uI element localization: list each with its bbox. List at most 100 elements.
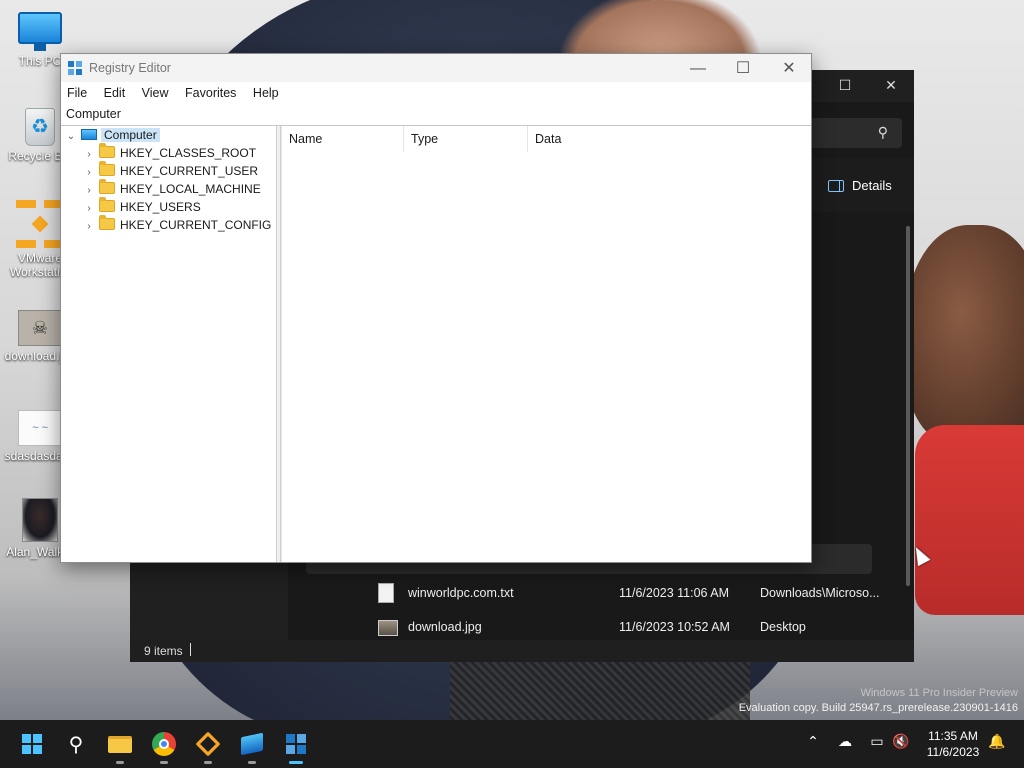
close-icon: ✕ [782, 60, 796, 77]
maximize-button[interactable]: ☐ [720, 56, 766, 82]
details-label: Details [852, 178, 892, 193]
tree-item-hkcr[interactable]: › HKEY_CLASSES_ROOT [83, 143, 257, 162]
tree-label: Computer [101, 128, 160, 142]
folder-icon [99, 215, 115, 230]
taskbar-file-explorer[interactable] [104, 728, 136, 764]
running-indicator [160, 761, 168, 764]
maximize-icon[interactable]: ☐ [835, 76, 855, 96]
chevron-up-icon[interactable]: ⌃ [802, 734, 824, 750]
running-indicator [248, 761, 256, 764]
close-button[interactable]: ✕ [766, 56, 812, 82]
tree-item-hku[interactable]: › HKEY_USERS [83, 197, 201, 216]
menu-bar: File Edit View Favorites Help [61, 82, 811, 104]
regedit-body: ⌄ Computer › HKEY_CLASSES_ROOT › HKEY_CURRE… [61, 126, 811, 562]
address-bar[interactable]: Computer [61, 104, 811, 126]
registry-editor-icon [286, 734, 306, 754]
wallpaper-red-shirt [915, 425, 1024, 615]
taskbar-search-button[interactable]: ⚲ [60, 728, 92, 760]
onedrive-icon[interactable]: ☁ [834, 734, 856, 750]
folder-icon [99, 161, 115, 176]
text-file-icon [378, 583, 394, 603]
explorer-navigation-pane [130, 562, 288, 640]
folder-icon [99, 143, 115, 158]
vmware-icon [195, 731, 221, 757]
chrome-icon [152, 732, 176, 756]
chevron-right-icon[interactable]: › [83, 218, 95, 236]
running-indicator [204, 761, 212, 764]
close-icon[interactable]: ✕ [881, 76, 901, 96]
watermark-edition: Windows 11 Pro Insider Preview [860, 687, 1018, 699]
active-indicator [289, 761, 303, 764]
chevron-down-icon[interactable]: ⌄ [65, 128, 77, 146]
minimize-button[interactable]: — [675, 56, 721, 82]
clock-time: 11:35 AM [928, 729, 978, 743]
file-date: 11/6/2023 11:06 AM [619, 586, 730, 600]
tree-item-hkcu[interactable]: › HKEY_CURRENT_USER [83, 161, 259, 180]
tree-label: HKEY_USERS [120, 200, 201, 214]
folder-icon [99, 197, 115, 212]
details-pane-icon [828, 180, 844, 192]
taskbar-virtualbox[interactable] [236, 728, 268, 764]
monitor-icon [18, 12, 62, 51]
file-date: 11/6/2023 10:52 AM [619, 620, 730, 634]
windows-watermark: Windows 11 Pro Insider Preview Evaluatio… [739, 686, 1018, 716]
item-count: 9 items [144, 644, 183, 658]
watermark-build: Evaluation copy. Build 25947.rs_prerelea… [738, 702, 1018, 714]
document-icon: ~ ~ [18, 410, 62, 446]
start-icon [22, 734, 42, 754]
explorer-scrollbar[interactable] [906, 226, 910, 586]
clock-date: 11/6/2023 [926, 745, 980, 759]
values-list[interactable]: Name Type Data [281, 126, 811, 562]
window-title: Registry Editor [89, 61, 171, 75]
tree-label: HKEY_CURRENT_USER [120, 164, 259, 178]
registry-editor-window[interactable]: Registry Editor — ☐ ✕ File Edit View Fav… [60, 53, 812, 563]
menu-help[interactable]: Help [253, 82, 279, 104]
registry-editor-icon [68, 61, 83, 76]
tree-item-hkcc[interactable]: › HKEY_CURRENT_CONFIG [83, 215, 272, 236]
system-clock[interactable]: 11:35 AM 11/6/2023 [918, 728, 988, 760]
column-header-data[interactable]: Data [528, 126, 688, 152]
file-row[interactable]: download.jpg 11/6/2023 10:52 AM Desktop [288, 612, 888, 642]
tree-item-hklm[interactable]: › HKEY_LOCAL_MACHINE [83, 179, 261, 198]
details-pane-button[interactable]: Details [828, 178, 892, 193]
volume-muted-icon[interactable]: 🔇 [890, 734, 912, 750]
recycle-bin-icon: ♻ [25, 108, 55, 146]
regedit-titlebar[interactable]: Registry Editor — ☐ ✕ [61, 54, 811, 82]
explorer-search-box[interactable]: ⚲ [808, 118, 902, 148]
tree-label: HKEY_LOCAL_MACHINE [120, 182, 261, 196]
photo-file-icon [22, 498, 58, 542]
menu-file[interactable]: File [67, 82, 87, 104]
status-divider [190, 643, 191, 656]
file-name: winworldpc.com.txt [408, 586, 514, 600]
file-row[interactable]: winworldpc.com.txt 11/6/2023 11:06 AM Do… [288, 578, 888, 608]
file-location: Downloads\Microso... [760, 586, 880, 600]
column-header-type[interactable]: Type [404, 126, 528, 152]
menu-favorites[interactable]: Favorites [185, 82, 236, 104]
image-file-icon: ☠ [18, 310, 62, 346]
menu-view[interactable]: View [142, 82, 169, 104]
vmware-icon [16, 200, 64, 248]
file-location: Desktop [760, 620, 806, 634]
tree-item-computer[interactable]: ⌄ Computer [65, 126, 160, 144]
taskbar-vmware[interactable] [192, 728, 224, 764]
key-tree[interactable]: ⌄ Computer › HKEY_CLASSES_ROOT › HKEY_CURRE… [61, 126, 277, 562]
taskbar-chrome[interactable] [148, 728, 180, 764]
explorer-status-bar: 9 items [130, 640, 914, 662]
folder-icon [99, 179, 115, 194]
network-icon[interactable]: ▭ [866, 734, 888, 750]
file-explorer-icon [108, 736, 132, 753]
maximize-icon: ☐ [735, 60, 751, 77]
minimize-icon: — [690, 60, 706, 77]
menu-edit[interactable]: Edit [104, 82, 126, 104]
image-file-icon [378, 620, 398, 636]
running-indicator [116, 761, 124, 764]
file-name: download.jpg [408, 620, 482, 634]
search-icon: ⚲ [68, 732, 84, 756]
column-header-name[interactable]: Name [282, 126, 404, 152]
tree-label: HKEY_CLASSES_ROOT [120, 146, 257, 160]
taskbar-registry-editor[interactable] [280, 728, 312, 764]
notification-bell-icon[interactable]: 🔔 [986, 734, 1008, 750]
tree-label: HKEY_CURRENT_CONFIG [120, 218, 272, 232]
search-icon: ⚲ [877, 125, 888, 141]
start-button[interactable] [16, 728, 48, 760]
